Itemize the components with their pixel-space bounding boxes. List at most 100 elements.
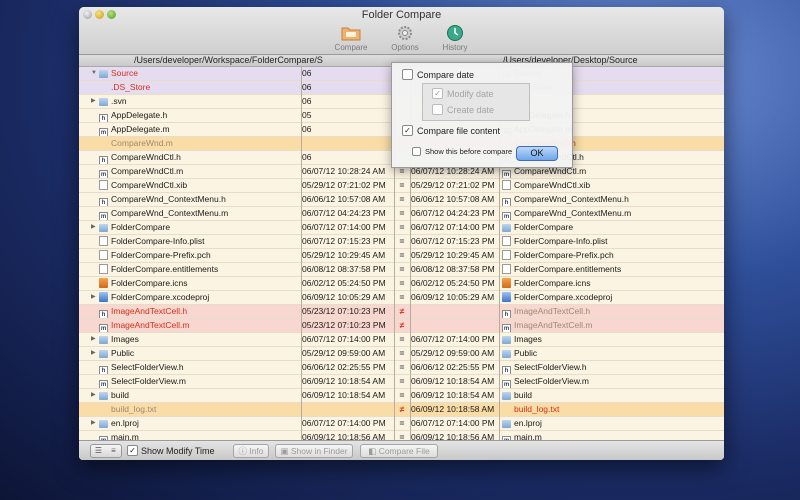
list-row[interactable]: ▶ en.lproj 06/07/12 07:14:00 PM = 06/07/12 0… bbox=[79, 417, 724, 431]
list-row[interactable]: ▶ Images 06/07/12 07:14:00 PM = 06/07/12 07:… bbox=[79, 333, 724, 347]
left-file-cell[interactable]: m SelectFolderView.m bbox=[91, 375, 301, 388]
right-file-cell[interactable]: build bbox=[502, 389, 707, 402]
compare-date-option[interactable]: Compare date bbox=[402, 69, 474, 80]
history-toolbar-button[interactable]: History bbox=[435, 24, 475, 52]
left-file-cell[interactable]: m ImageAndTextCell.m bbox=[91, 319, 301, 332]
right-file-cell[interactable]: en.lproj bbox=[502, 417, 707, 430]
right-file-cell[interactable]: FolderCompare.icns bbox=[502, 277, 707, 290]
right-modify-date: 06/08/12 08:37:58 PM bbox=[411, 264, 495, 274]
list-row[interactable]: FolderCompare.entitlements 06/08/12 08:37… bbox=[79, 263, 724, 277]
list-row[interactable]: build_log.txt ≠ 06/09/12 10:18:58 AM build_… bbox=[79, 403, 724, 417]
disclosure-triangle-icon[interactable]: ▶ bbox=[91, 347, 99, 360]
right-file-cell[interactable]: m ImageAndTextCell.m bbox=[502, 319, 707, 332]
left-file-cell[interactable]: ▶ FolderCompare bbox=[91, 221, 301, 234]
left-file-cell[interactable]: ▶ FolderCompare.xcodeproj bbox=[91, 291, 301, 304]
list-row[interactable]: h CompareWnd_ContextMenu.h 06/06/12 10:57:… bbox=[79, 193, 724, 207]
left-file-cell[interactable]: ▶ .svn bbox=[91, 95, 301, 108]
left-modify-date: 06 bbox=[302, 96, 312, 106]
right-file-cell[interactable]: FolderCompare.entitlements bbox=[502, 263, 707, 276]
left-file-cell[interactable]: ▶ Public bbox=[91, 347, 301, 360]
left-file-cell[interactable]: ▶ en.lproj bbox=[91, 417, 301, 430]
create-date-checkbox[interactable] bbox=[432, 104, 443, 115]
left-file-cell[interactable]: m AppDelegate.m bbox=[91, 123, 301, 136]
right-modify-date: 06/07/12 07:14:00 PM bbox=[411, 334, 495, 344]
left-file-cell[interactable]: h CompareWnd_ContextMenu.h bbox=[91, 193, 301, 206]
list-row[interactable]: m CompareWnd_ContextMenu.m 06/07/12 04:24:… bbox=[79, 207, 724, 221]
list-row[interactable]: ▶ Public 05/29/12 09:59:00 AM = 05/29/12 09:… bbox=[79, 347, 724, 361]
left-file-cell[interactable]: FolderCompare-Prefix.pch bbox=[91, 249, 301, 262]
list-row[interactable]: FolderCompare-Info.plist 06/07/12 07:15:2… bbox=[79, 235, 724, 249]
modify-date-option[interactable]: ✓ Modify date bbox=[432, 88, 494, 99]
list-row[interactable]: CompareWndCtl.xib 05/29/12 07:21:02 PM = 05… bbox=[79, 179, 724, 193]
right-file-cell[interactable]: CompareWndCtl.xib bbox=[502, 179, 707, 192]
compare-file-button[interactable]: ◧ Compare File bbox=[360, 444, 438, 458]
left-file-cell[interactable]: .DS_Store bbox=[91, 81, 301, 94]
show-before-compare-option[interactable]: Show this before compare bbox=[412, 147, 512, 156]
left-file-cell[interactable]: m CompareWndCtl.m bbox=[91, 165, 301, 178]
left-file-cell[interactable]: CompareWnd.m bbox=[91, 137, 301, 150]
compare-content-checkbox[interactable]: ✓ bbox=[402, 125, 413, 136]
disclosure-triangle-icon[interactable]: ▶ bbox=[91, 333, 99, 346]
left-file-cell[interactable]: h ImageAndTextCell.h bbox=[91, 305, 301, 318]
right-file-cell[interactable]: m CompareWnd_ContextMenu.m bbox=[502, 207, 707, 220]
left-file-name: Public bbox=[111, 348, 135, 358]
right-file-cell[interactable]: FolderCompare-Info.plist bbox=[502, 235, 707, 248]
disclosure-triangle-icon[interactable]: ▶ bbox=[91, 291, 99, 304]
ok-button[interactable]: OK bbox=[516, 146, 558, 161]
list-row[interactable]: h SelectFolderView.h 06/06/12 02:25:55 PM =… bbox=[79, 361, 724, 375]
disclosure-triangle-icon[interactable]: ▼ bbox=[91, 67, 99, 80]
list-row[interactable]: ▶ FolderCompare.xcodeproj 06/09/12 10:05:2… bbox=[79, 291, 724, 305]
left-file-cell[interactable]: ▼ Source bbox=[91, 67, 301, 80]
list-row[interactable]: m ImageAndTextCell.m 05/23/12 07:10:23 PM ≠… bbox=[79, 319, 724, 333]
left-file-cell[interactable]: ▶ Images bbox=[91, 333, 301, 346]
options-toolbar-button[interactable]: Options bbox=[385, 24, 425, 52]
right-file-cell[interactable]: Public bbox=[502, 347, 707, 360]
left-file-name: .svn bbox=[111, 96, 127, 106]
show-in-finder-button[interactable]: ▣ Show in Finder bbox=[275, 444, 353, 458]
show-modify-time-toggle[interactable]: ✓ Show Modify Time bbox=[127, 445, 215, 456]
disclosure-triangle-icon[interactable]: ▶ bbox=[91, 417, 99, 430]
list-row[interactable]: FolderCompare.icns 06/02/12 05:24:50 PM = 0… bbox=[79, 277, 724, 291]
list-row[interactable]: ▶ build 06/09/12 10:18:54 AM = 06/09/12 10:1… bbox=[79, 389, 724, 403]
left-file-cell[interactable]: m CompareWnd_ContextMenu.m bbox=[91, 207, 301, 220]
compare-status-mark: = bbox=[399, 236, 405, 246]
compare-toolbar-button[interactable]: Compare bbox=[331, 24, 371, 52]
left-file-cell[interactable]: h SelectFolderView.h bbox=[91, 361, 301, 374]
left-file-cell[interactable]: ▶ build bbox=[91, 389, 301, 402]
modify-date-checkbox[interactable]: ✓ bbox=[432, 88, 443, 99]
compare-status-mark: = bbox=[399, 348, 405, 358]
right-file-cell[interactable]: FolderCompare bbox=[502, 221, 707, 234]
left-file-cell[interactable]: build_log.txt bbox=[91, 403, 301, 416]
left-file-cell[interactable]: h CompareWndCtl.h bbox=[91, 151, 301, 164]
create-date-option[interactable]: Create date bbox=[432, 104, 494, 115]
left-file-cell[interactable]: FolderCompare.icns bbox=[91, 277, 301, 290]
compare-date-checkbox[interactable] bbox=[402, 69, 413, 80]
view-mode-segmented-control[interactable]: ☰ ≡ bbox=[90, 444, 122, 458]
right-file-cell[interactable]: FolderCompare.xcodeproj bbox=[502, 291, 707, 304]
left-file-name: FolderCompare.xcodeproj bbox=[111, 292, 210, 302]
list-row[interactable]: FolderCompare-Prefix.pch 05/29/12 10:29:4… bbox=[79, 249, 724, 263]
compare-content-option[interactable]: ✓ Compare file content bbox=[402, 125, 500, 136]
right-file-cell[interactable]: h ImageAndTextCell.h bbox=[502, 305, 707, 318]
left-file-cell[interactable]: CompareWndCtl.xib bbox=[91, 179, 301, 192]
right-file-cell[interactable]: h SelectFolderView.h bbox=[502, 361, 707, 374]
disclosure-triangle-icon[interactable]: ▶ bbox=[91, 95, 99, 108]
right-file-cell[interactable]: h CompareWnd_ContextMenu.h bbox=[502, 193, 707, 206]
disclosure-triangle-icon[interactable]: ▶ bbox=[91, 389, 99, 402]
info-button[interactable]: ⓘ Info bbox=[233, 444, 269, 458]
show-modify-time-checkbox[interactable]: ✓ bbox=[127, 445, 138, 456]
list-view-icon[interactable]: ☰ bbox=[91, 445, 106, 457]
left-file-cell[interactable]: FolderCompare.entitlements bbox=[91, 263, 301, 276]
disclosure-triangle-icon[interactable]: ▶ bbox=[91, 221, 99, 234]
list-row[interactable]: ▶ FolderCompare 06/07/12 07:14:00 PM = 06/07… bbox=[79, 221, 724, 235]
right-file-cell[interactable]: build_log.txt bbox=[502, 403, 707, 416]
list-row[interactable]: m SelectFolderView.m 06/09/12 10:18:54 AM =… bbox=[79, 375, 724, 389]
right-file-cell[interactable]: m SelectFolderView.m bbox=[502, 375, 707, 388]
detail-view-icon[interactable]: ≡ bbox=[106, 445, 121, 457]
left-file-cell[interactable]: h AppDelegate.h bbox=[91, 109, 301, 122]
left-file-cell[interactable]: FolderCompare-Info.plist bbox=[91, 235, 301, 248]
right-file-cell[interactable]: FolderCompare-Prefix.pch bbox=[502, 249, 707, 262]
right-file-cell[interactable]: Images bbox=[502, 333, 707, 346]
show-before-compare-checkbox[interactable] bbox=[412, 147, 421, 156]
list-row[interactable]: h ImageAndTextCell.h 05/23/12 07:10:23 PM ≠… bbox=[79, 305, 724, 319]
